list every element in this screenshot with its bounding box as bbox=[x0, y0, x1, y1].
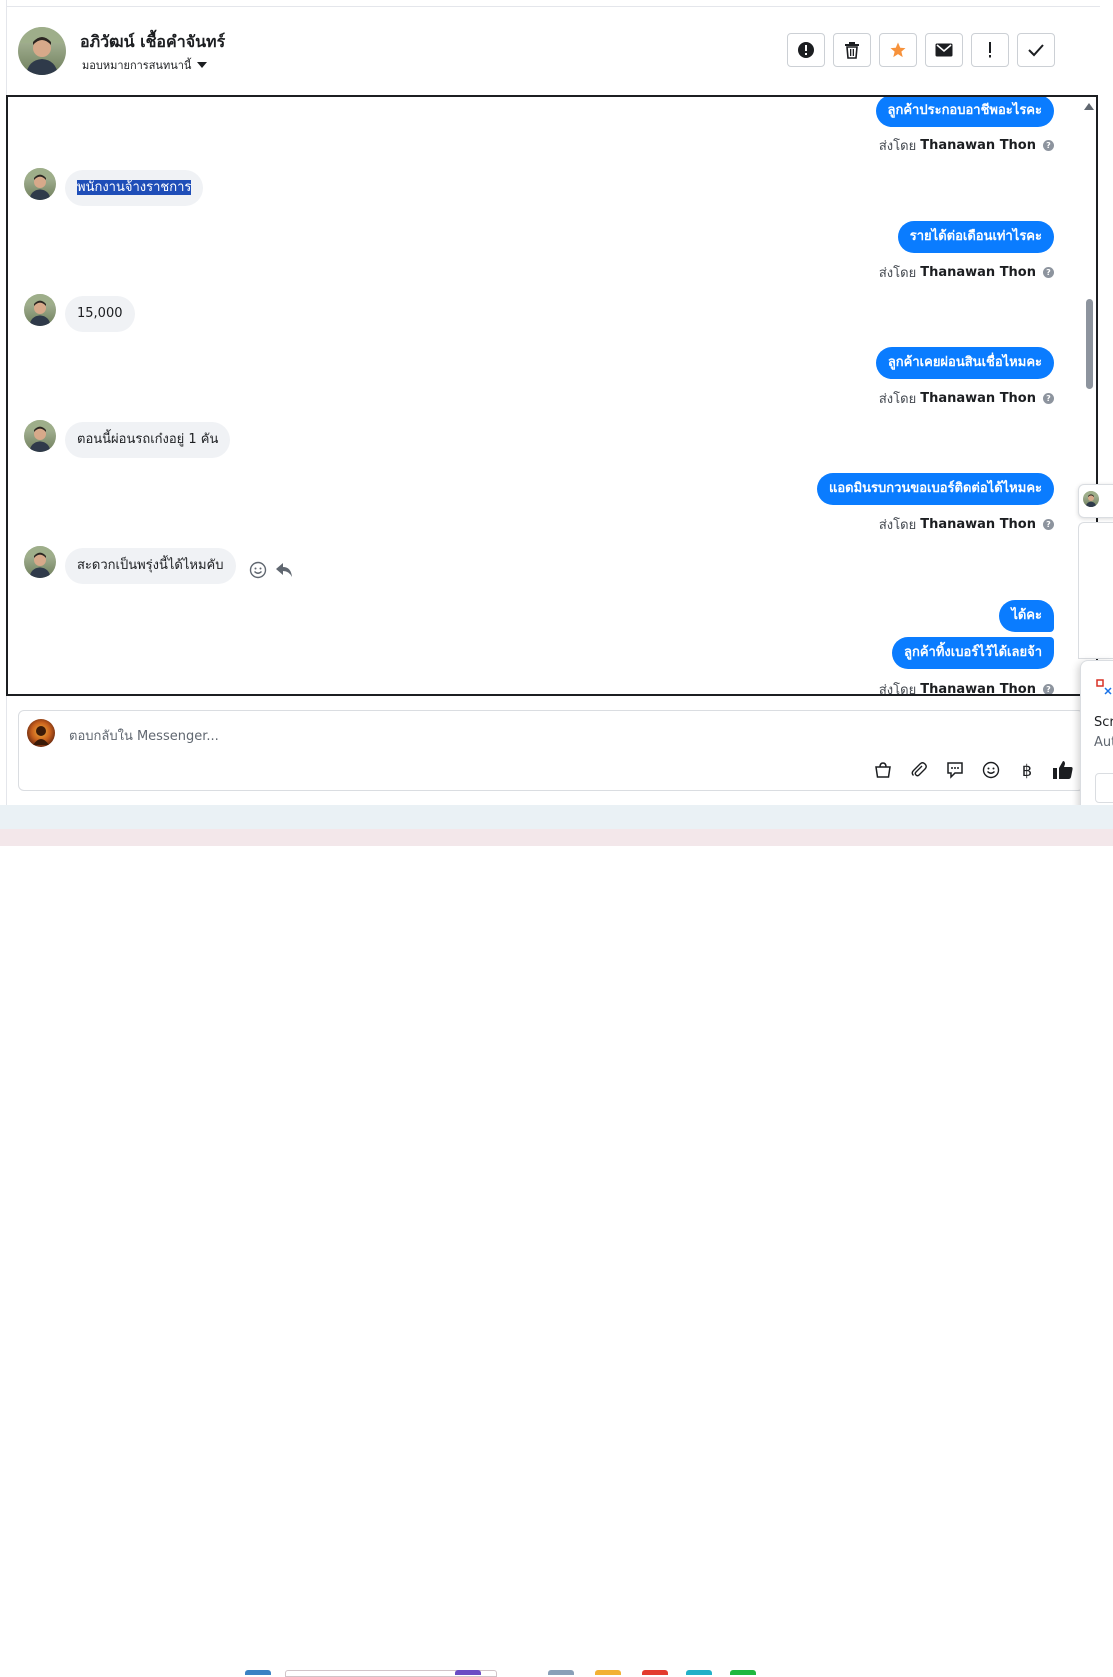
assign-conversation-dropdown[interactable]: มอบหมายการสนทนานี้ bbox=[82, 56, 208, 74]
emoji-icon bbox=[982, 761, 1000, 779]
taskbar-app-icon[interactable] bbox=[455, 1670, 481, 1675]
follow-up-button[interactable] bbox=[971, 33, 1009, 67]
composer-toolbar: ฿ bbox=[871, 758, 1075, 782]
payment-button[interactable]: ฿ bbox=[1015, 758, 1039, 782]
incoming-message[interactable]: สะดวกเป็นพรุ่งนี้ได้ไหมคับ bbox=[65, 548, 236, 584]
reply-composer: ฿ bbox=[18, 710, 1084, 791]
caret-down-icon bbox=[197, 62, 208, 68]
selected-text: พนักงานจ้างราชการ bbox=[77, 180, 192, 195]
reply-icon[interactable] bbox=[275, 561, 293, 579]
agent-name: Thanawan Thon bbox=[920, 682, 1036, 696]
conversation-header: อภิวัฒน์ เชื้อคำจันทร์ มอบหมายการสนทนานี… bbox=[6, 7, 1100, 95]
chat-bubble-icon bbox=[947, 762, 963, 779]
taskbar-line-icon[interactable] bbox=[730, 1670, 756, 1675]
customer-avatar-small[interactable] bbox=[24, 546, 56, 578]
outgoing-message[interactable]: แอดมินรบกวนขอเบอร์ติดต่อได้ไหมคะ bbox=[816, 473, 1054, 505]
toast-action-button[interactable] bbox=[1095, 773, 1113, 803]
sent-by-prefix: ส่งโดย bbox=[878, 392, 917, 407]
mark-spam-button[interactable] bbox=[787, 33, 825, 67]
page-avatar bbox=[27, 719, 55, 747]
paperclip-icon bbox=[911, 762, 927, 777]
os-taskbar bbox=[0, 829, 1113, 1677]
toast-title: Scr bbox=[1094, 715, 1113, 730]
taskbar-app-icon[interactable] bbox=[642, 1670, 668, 1675]
minimized-chat-head[interactable] bbox=[1078, 484, 1113, 518]
scrollbar-thumb[interactable] bbox=[1086, 299, 1093, 389]
star-icon bbox=[890, 42, 906, 58]
message-actions bbox=[249, 561, 293, 579]
sent-by-prefix: ส่งโดย bbox=[878, 518, 917, 533]
outgoing-message[interactable]: รายได้ต่อเดือนเท่าไรคะ bbox=[897, 221, 1054, 253]
customer-avatar-small[interactable] bbox=[24, 294, 56, 326]
app-logo-icon bbox=[1096, 679, 1112, 695]
scroll-up-arrow-icon[interactable] bbox=[1084, 103, 1094, 110]
customer-avatar[interactable] bbox=[18, 27, 66, 75]
bag-icon bbox=[875, 762, 891, 778]
sent-by-prefix: ส่งโดย bbox=[878, 266, 917, 281]
help-icon[interactable]: ? bbox=[1043, 519, 1054, 530]
agent-name: Thanawan Thon bbox=[920, 391, 1036, 406]
star-button[interactable] bbox=[879, 33, 917, 67]
sent-by-line: ส่งโดย Thanawan Thon ? bbox=[878, 679, 1054, 696]
mark-done-button[interactable] bbox=[1017, 33, 1055, 67]
help-icon[interactable]: ? bbox=[1043, 393, 1054, 404]
taskbar-browser-icon[interactable] bbox=[686, 1670, 712, 1675]
help-icon[interactable]: ? bbox=[1043, 684, 1054, 694]
help-icon[interactable]: ? bbox=[1043, 140, 1054, 151]
notification-toast[interactable]: Scr Aut bbox=[1080, 660, 1113, 820]
assign-label: มอบหมายการสนทนานี้ bbox=[82, 59, 192, 72]
sent-by-line: ส่งโดย Thanawan Thon ? bbox=[879, 514, 1054, 535]
outgoing-message[interactable]: ได้คะ bbox=[999, 600, 1054, 632]
side-panel-edge bbox=[1078, 522, 1113, 659]
sent-by-line: ส่งโดย Thanawan Thon ? bbox=[879, 388, 1054, 409]
customer-name[interactable]: อภิวัฒน์ เชื้อคำจันทร์ bbox=[80, 30, 225, 55]
delete-button[interactable] bbox=[833, 33, 871, 67]
sent-by-line: ส่งโดย Thanawan Thon ? bbox=[879, 135, 1054, 156]
sent-by-prefix: ส่งโดย bbox=[878, 683, 917, 696]
saved-replies-button[interactable] bbox=[943, 758, 967, 782]
taskbar-folder-icon[interactable] bbox=[595, 1670, 621, 1675]
customer-avatar-small[interactable] bbox=[24, 168, 56, 200]
check-icon bbox=[1028, 44, 1044, 57]
message-input[interactable] bbox=[67, 725, 831, 747]
sent-by-prefix: ส่งโดย bbox=[878, 139, 917, 154]
incoming-message[interactable]: ตอนนี้ผ่อนรถเก๋งอยู่ 1 คัน bbox=[65, 422, 231, 458]
agent-name: Thanawan Thon bbox=[920, 138, 1036, 153]
browser-bottom-strip bbox=[0, 805, 1113, 829]
taskbar-start-icon[interactable] bbox=[245, 1670, 271, 1675]
mini-avatar bbox=[1083, 491, 1099, 507]
attach-button[interactable] bbox=[907, 758, 931, 782]
incoming-message[interactable]: พนักงานจ้างราชการ bbox=[65, 170, 204, 206]
emoji-button[interactable] bbox=[979, 758, 1003, 782]
outgoing-message[interactable]: ลูกค้าทิ้งเบอร์ไว้ได้เลยจ้า bbox=[892, 637, 1054, 669]
taskbar-app-icon[interactable] bbox=[548, 1670, 574, 1675]
outgoing-message[interactable]: ลูกค้าเคยผ่อนสินเชื่อไหมคะ bbox=[875, 347, 1054, 379]
outgoing-message[interactable]: ลูกค้าประกอบอาชีพอะไรคะ bbox=[875, 97, 1054, 127]
incoming-message[interactable]: 15,000 bbox=[65, 296, 135, 332]
toast-subtitle: Aut bbox=[1094, 735, 1113, 750]
trash-icon bbox=[845, 42, 859, 59]
agent-name: Thanawan Thon bbox=[920, 517, 1036, 532]
header-toolbar bbox=[787, 33, 1055, 67]
envelope-icon bbox=[935, 43, 953, 57]
inbox-window: อภิวัฒน์ เชื้อคำจันทร์ มอบหมายการสนทนานี… bbox=[0, 0, 1100, 805]
help-icon[interactable]: ? bbox=[1043, 267, 1054, 278]
thumbs-up-icon bbox=[1053, 761, 1073, 779]
baht-icon: ฿ bbox=[1021, 760, 1033, 780]
mark-unread-button[interactable] bbox=[925, 33, 963, 67]
exclamation-icon bbox=[989, 42, 991, 58]
message-thread[interactable]: ลูกค้าประกอบอาชีพอะไรคะ ส่งโดย Thanawan … bbox=[6, 95, 1098, 696]
sent-by-line: ส่งโดย Thanawan Thon ? bbox=[879, 262, 1054, 283]
alert-icon bbox=[798, 42, 814, 58]
like-button[interactable] bbox=[1051, 758, 1075, 782]
customer-avatar-small[interactable] bbox=[24, 420, 56, 452]
react-emoji-icon[interactable] bbox=[249, 561, 267, 579]
shop-button[interactable] bbox=[871, 758, 895, 782]
agent-name: Thanawan Thon bbox=[920, 265, 1036, 280]
